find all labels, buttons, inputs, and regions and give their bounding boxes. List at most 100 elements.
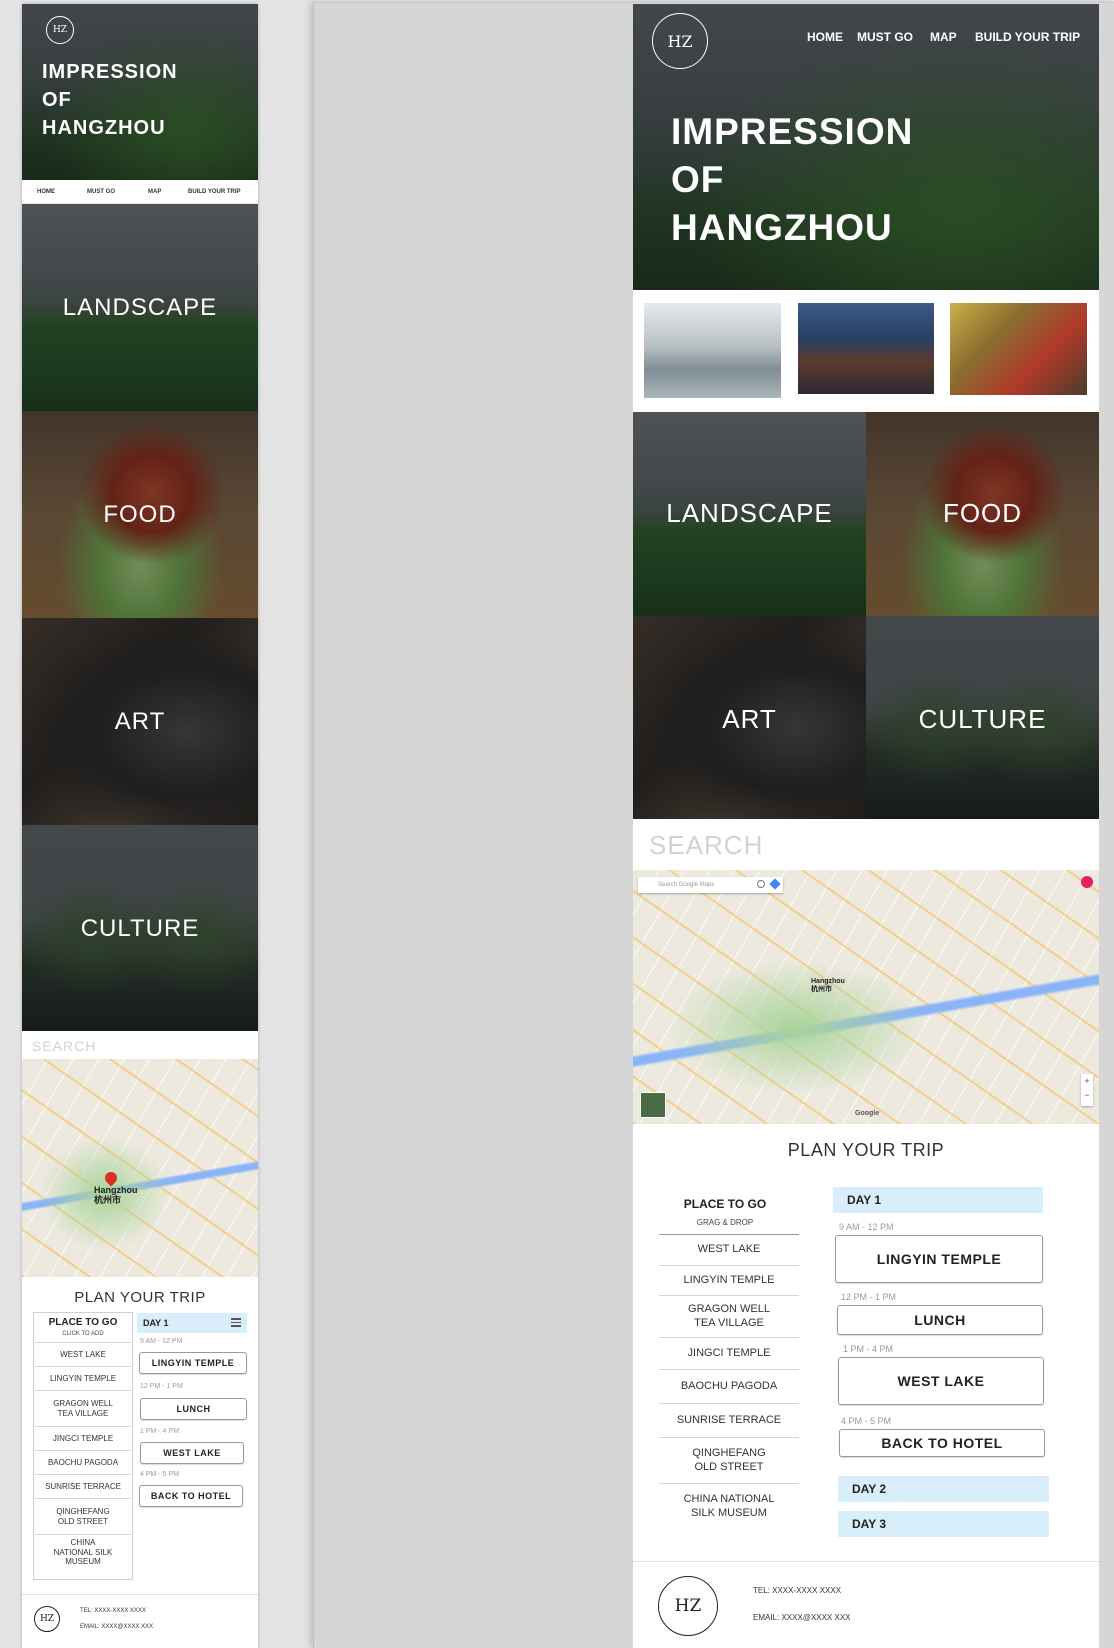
map-search-input[interactable]: Search Google Maps: [638, 877, 783, 893]
time-slot: 12 PM - 1 PM: [841, 1292, 897, 1302]
mobile-artboard: HZ IMPRESSION OF HANGZHOU HOME MUST GO M…: [22, 4, 258, 1648]
satellite-toggle[interactable]: [640, 1092, 666, 1118]
nav-must-go[interactable]: MUST GO: [87, 189, 115, 195]
time-slot: 12 PM - 1 PM: [140, 1383, 183, 1390]
map-city-label: Hangzhou 杭州市: [94, 1185, 138, 1205]
search-label[interactable]: SEARCH: [32, 1038, 96, 1054]
schedule-item[interactable]: LUNCH: [837, 1305, 1043, 1335]
time-slot: 9 AM - 12 PM: [140, 1338, 183, 1345]
footer-email: EMAIL: XXXX@XXXX XXX: [80, 1624, 154, 1630]
place-item[interactable]: JINGCI TEMPLE: [35, 1426, 131, 1450]
nav-build-your-trip[interactable]: BUILD YOUR TRIP: [188, 189, 241, 195]
place-item[interactable]: SUNRISE TERRACE: [659, 1403, 799, 1437]
mobile-hero: HZ IMPRESSION OF HANGZHOU: [22, 4, 258, 180]
time-slot: 1 PM - 4 PM: [140, 1428, 179, 1435]
time-slot: 4 PM - 5 PM: [841, 1416, 892, 1426]
place-item[interactable]: LINGYIN TEMPLE: [659, 1265, 799, 1295]
title-line-2: OF: [671, 159, 725, 200]
tile-art-label: ART: [114, 708, 166, 735]
tile-food[interactable]: FOOD: [22, 411, 258, 618]
places-subheading: CLICK TO ADD: [62, 1331, 104, 1337]
tile-culture-label: CULTURE: [80, 915, 200, 942]
nav-must-go[interactable]: MUST GO: [857, 30, 913, 44]
places-subheading: GRAG & DROP: [696, 1218, 754, 1227]
thumbnail-water-town[interactable]: [798, 303, 934, 394]
hamburger-icon[interactable]: [231, 1317, 241, 1327]
footer-tel: TEL: XXXX-XXXX XXXX: [753, 1586, 842, 1595]
search-label[interactable]: SEARCH: [649, 830, 763, 861]
footer-email: EMAIL: XXXX@XXXX XXX: [753, 1613, 851, 1622]
place-item[interactable]: GRAGON WELL TEA VILLAGE: [35, 1390, 131, 1426]
place-item[interactable]: GRAGON WELL TEA VILLAGE: [659, 1295, 799, 1337]
place-item[interactable]: QINGHEFANG OLD STREET: [35, 1498, 131, 1534]
footer-divider: [22, 1594, 258, 1595]
place-item[interactable]: CHINA NATIONAL SILK MUSEUM: [659, 1483, 799, 1529]
place-item[interactable]: LINGYIN TEMPLE: [35, 1366, 131, 1390]
place-item[interactable]: WEST LAKE: [659, 1235, 799, 1265]
map-search-placeholder: Search Google Maps: [658, 882, 715, 888]
footer-logo-icon[interactable]: HZ: [658, 1576, 718, 1636]
footer-divider: [633, 1561, 1099, 1562]
day-1-bar[interactable]: DAY 1: [833, 1187, 1043, 1213]
places-heading: PLACE TO GO: [48, 1317, 118, 1328]
tile-culture[interactable]: CULTURE: [866, 616, 1099, 819]
place-item[interactable]: BAOCHU PAGODA: [35, 1450, 131, 1474]
tile-culture[interactable]: CULTURE: [22, 825, 258, 1031]
nav-map[interactable]: MAP: [930, 30, 957, 44]
tile-food[interactable]: FOOD: [866, 412, 1099, 616]
day-1-label: DAY 1: [143, 1318, 169, 1328]
title-line-1: IMPRESSION: [42, 61, 178, 83]
day-3-bar[interactable]: DAY 3: [838, 1511, 1049, 1537]
title-line-2: OF: [42, 89, 72, 111]
place-item[interactable]: SUNRISE TERRACE: [35, 1474, 131, 1498]
schedule-item[interactable]: BACK TO HOTEL: [139, 1485, 243, 1507]
schedule-item[interactable]: LUNCH: [140, 1398, 247, 1420]
footer-logo-icon[interactable]: HZ: [34, 1606, 60, 1632]
search-icon[interactable]: [757, 880, 765, 888]
desktop-map[interactable]: Search Google Maps Hangzhou 杭州市 Google +…: [633, 870, 1099, 1124]
place-item[interactable]: CHINA NATIONAL SILK MUSEUM: [35, 1534, 131, 1570]
schedule-item[interactable]: WEST LAKE: [838, 1357, 1044, 1405]
place-item[interactable]: QINGHEFANG OLD STREET: [659, 1437, 799, 1483]
place-item[interactable]: WEST LAKE: [35, 1342, 131, 1366]
tile-art-label: ART: [722, 704, 777, 734]
zoom-control[interactable]: + −: [1081, 1074, 1093, 1106]
nav-home[interactable]: HOME: [37, 189, 55, 195]
logo-icon[interactable]: HZ: [652, 13, 708, 69]
avatar[interactable]: [1081, 876, 1093, 888]
map-attribution: Google: [855, 1110, 880, 1117]
nav-home[interactable]: HOME: [807, 30, 843, 44]
plan-title: PLAN YOUR TRIP: [787, 1140, 945, 1160]
tile-landscape[interactable]: LANDSCAPE: [633, 412, 866, 616]
tile-art[interactable]: ART: [633, 616, 866, 819]
tile-landscape-label: LANDSCAPE: [666, 498, 833, 528]
directions-icon[interactable]: [769, 878, 781, 890]
tile-food-label: FOOD: [942, 498, 1023, 528]
logo-icon[interactable]: HZ: [46, 16, 74, 44]
tile-culture-label: CULTURE: [918, 704, 1047, 734]
title-line-3: HANGZHOU: [42, 117, 166, 139]
place-item[interactable]: BAOCHU PAGODA: [659, 1369, 799, 1403]
map-pin-icon[interactable]: [102, 1169, 120, 1187]
mobile-map[interactable]: Hangzhou 杭州市: [22, 1059, 258, 1277]
schedule-item[interactable]: BACK TO HOTEL: [839, 1429, 1045, 1457]
schedule-item[interactable]: LINGYIN TEMPLE: [139, 1352, 247, 1374]
thumbnail-snow-pavilion[interactable]: [644, 303, 781, 398]
day-1-bar[interactable]: DAY 1: [137, 1313, 247, 1333]
desktop-hero: HZ HOME MUST GO MAP BUILD YOUR TRIP IMPR…: [633, 4, 1099, 290]
nav-build-your-trip[interactable]: BUILD YOUR TRIP: [975, 30, 1080, 44]
logo-text: HZ: [667, 31, 693, 51]
tile-landscape[interactable]: LANDSCAPE: [22, 204, 258, 411]
map-city-name: Hangzhou: [811, 978, 845, 985]
map-city-name-cn: 杭州市: [811, 986, 832, 993]
time-slot: 9 AM - 12 PM: [839, 1222, 894, 1232]
schedule-item[interactable]: WEST LAKE: [140, 1442, 244, 1464]
nav-map[interactable]: MAP: [148, 189, 161, 195]
schedule-item[interactable]: LINGYIN TEMPLE: [835, 1235, 1043, 1283]
footer-tel: TEL: XXXX-XXXX XXXX: [80, 1608, 147, 1614]
day-2-bar[interactable]: DAY 2: [838, 1476, 1049, 1502]
place-item[interactable]: JINGCI TEMPLE: [659, 1337, 799, 1369]
tile-art[interactable]: ART: [22, 618, 258, 825]
time-slot: 4 PM - 5 PM: [140, 1471, 179, 1478]
thumbnail-old-street[interactable]: [950, 303, 1087, 395]
